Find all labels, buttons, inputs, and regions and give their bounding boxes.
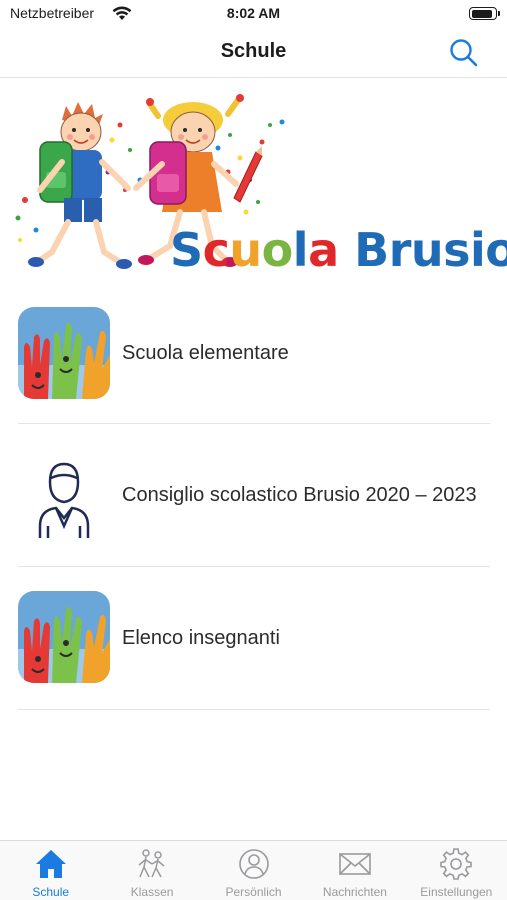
tab-einstellungen[interactable]: Einstellungen: [406, 841, 507, 900]
navigation-bar: Schule: [0, 28, 507, 78]
boy-figure: [28, 102, 132, 269]
status-bar: Netzbetreiber 8:02 AM: [0, 0, 507, 28]
search-icon[interactable]: [447, 36, 481, 70]
home-icon: [35, 850, 66, 878]
list-item[interactable]: Elenco insegnanti: [18, 567, 490, 710]
battery-icon: [469, 7, 500, 20]
list-item[interactable]: Consiglio scolastico Brusio 2020 – 2023: [18, 424, 490, 567]
walking-kids-icon: [138, 849, 165, 878]
painted-hands-image: [18, 591, 110, 683]
envelope-icon: [339, 853, 371, 875]
school-banner: Scuola Brusio: [0, 80, 507, 280]
battery-fill: [471, 9, 493, 18]
list-item-label: Scuola elementare: [122, 342, 289, 364]
tab-persoenlich[interactable]: Persönlich: [203, 841, 304, 900]
tab-label: Klassen: [130, 885, 174, 899]
tab-label: Nachrichten: [322, 885, 387, 899]
school-logo-text: Scuola Brusio: [170, 223, 507, 277]
tab-label: Schule: [32, 885, 70, 899]
tab-label: Einstellungen: [420, 885, 493, 899]
person-outline-icon: [18, 448, 110, 540]
tab-bar: Schule Klassen Persönlich Nachrichten Ei…: [0, 840, 507, 900]
painted-hands-image: [18, 307, 110, 399]
list-item-label: Consiglio scolastico Brusio 2020 – 2023: [122, 484, 477, 506]
tab-schule[interactable]: Schule: [0, 841, 101, 900]
school-section-list: Scuola elementare Consiglio scolastico B…: [18, 283, 490, 710]
list-item-label: Elenco insegnanti: [122, 627, 280, 649]
gear-icon: [440, 848, 473, 880]
tab-label: Persönlich: [225, 885, 282, 899]
person-circle-icon: [238, 849, 269, 879]
list-item[interactable]: Scuola elementare: [18, 283, 490, 424]
tab-nachrichten[interactable]: Nachrichten: [304, 841, 405, 900]
battery-tip: [498, 11, 500, 16]
page-title: Schule: [220, 40, 287, 62]
status-time: 8:02 AM: [226, 5, 281, 21]
tab-klassen[interactable]: Klassen: [101, 841, 202, 900]
